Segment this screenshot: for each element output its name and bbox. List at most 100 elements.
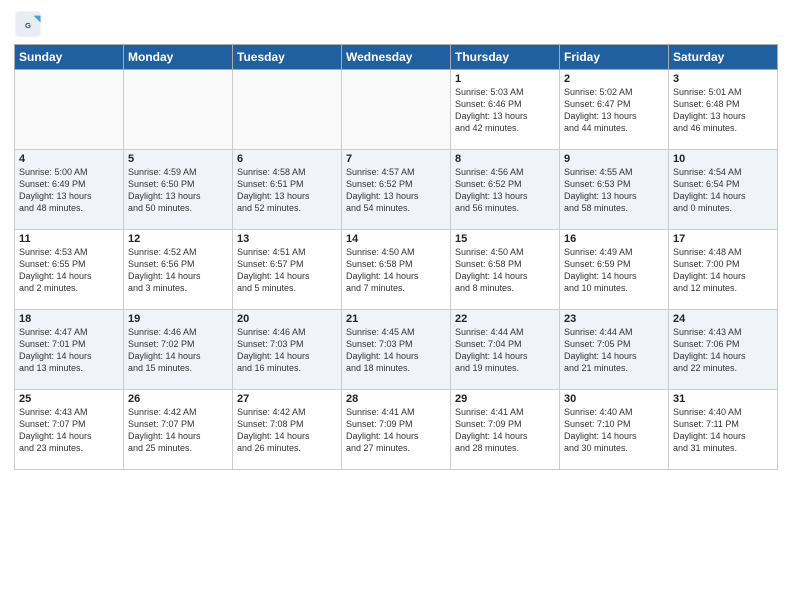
page-header: G xyxy=(14,10,778,38)
calendar-cell xyxy=(233,70,342,150)
calendar-cell: 22Sunrise: 4:44 AM Sunset: 7:04 PM Dayli… xyxy=(451,310,560,390)
calendar-cell: 6Sunrise: 4:58 AM Sunset: 6:51 PM Daylig… xyxy=(233,150,342,230)
day-info: Sunrise: 4:56 AM Sunset: 6:52 PM Dayligh… xyxy=(455,166,555,215)
calendar-week-row: 25Sunrise: 4:43 AM Sunset: 7:07 PM Dayli… xyxy=(15,390,778,470)
calendar-cell: 14Sunrise: 4:50 AM Sunset: 6:58 PM Dayli… xyxy=(342,230,451,310)
calendar-cell: 25Sunrise: 4:43 AM Sunset: 7:07 PM Dayli… xyxy=(15,390,124,470)
day-number: 2 xyxy=(564,73,664,85)
calendar-cell: 10Sunrise: 4:54 AM Sunset: 6:54 PM Dayli… xyxy=(669,150,778,230)
day-info: Sunrise: 4:47 AM Sunset: 7:01 PM Dayligh… xyxy=(19,326,119,375)
calendar-cell: 11Sunrise: 4:53 AM Sunset: 6:55 PM Dayli… xyxy=(15,230,124,310)
calendar-cell: 15Sunrise: 4:50 AM Sunset: 6:58 PM Dayli… xyxy=(451,230,560,310)
calendar-cell: 19Sunrise: 4:46 AM Sunset: 7:02 PM Dayli… xyxy=(124,310,233,390)
calendar-cell: 17Sunrise: 4:48 AM Sunset: 7:00 PM Dayli… xyxy=(669,230,778,310)
day-info: Sunrise: 4:59 AM Sunset: 6:50 PM Dayligh… xyxy=(128,166,228,215)
day-number: 9 xyxy=(564,153,664,165)
day-info: Sunrise: 4:41 AM Sunset: 7:09 PM Dayligh… xyxy=(455,406,555,455)
calendar-cell: 5Sunrise: 4:59 AM Sunset: 6:50 PM Daylig… xyxy=(124,150,233,230)
day-info: Sunrise: 4:57 AM Sunset: 6:52 PM Dayligh… xyxy=(346,166,446,215)
day-info: Sunrise: 4:44 AM Sunset: 7:04 PM Dayligh… xyxy=(455,326,555,375)
calendar-cell: 13Sunrise: 4:51 AM Sunset: 6:57 PM Dayli… xyxy=(233,230,342,310)
day-number: 26 xyxy=(128,393,228,405)
day-number: 23 xyxy=(564,313,664,325)
calendar-cell: 12Sunrise: 4:52 AM Sunset: 6:56 PM Dayli… xyxy=(124,230,233,310)
calendar-cell: 28Sunrise: 4:41 AM Sunset: 7:09 PM Dayli… xyxy=(342,390,451,470)
calendar-header-friday: Friday xyxy=(560,45,669,70)
svg-text:G: G xyxy=(25,21,31,30)
calendar-header-thursday: Thursday xyxy=(451,45,560,70)
day-number: 6 xyxy=(237,153,337,165)
day-number: 31 xyxy=(673,393,773,405)
day-info: Sunrise: 4:49 AM Sunset: 6:59 PM Dayligh… xyxy=(564,246,664,295)
day-info: Sunrise: 4:40 AM Sunset: 7:11 PM Dayligh… xyxy=(673,406,773,455)
calendar-header-wednesday: Wednesday xyxy=(342,45,451,70)
calendar-week-row: 1Sunrise: 5:03 AM Sunset: 6:46 PM Daylig… xyxy=(15,70,778,150)
calendar-cell: 16Sunrise: 4:49 AM Sunset: 6:59 PM Dayli… xyxy=(560,230,669,310)
day-info: Sunrise: 5:01 AM Sunset: 6:48 PM Dayligh… xyxy=(673,86,773,135)
calendar-cell: 30Sunrise: 4:40 AM Sunset: 7:10 PM Dayli… xyxy=(560,390,669,470)
calendar-week-row: 18Sunrise: 4:47 AM Sunset: 7:01 PM Dayli… xyxy=(15,310,778,390)
day-number: 16 xyxy=(564,233,664,245)
day-number: 8 xyxy=(455,153,555,165)
day-number: 20 xyxy=(237,313,337,325)
calendar-cell: 1Sunrise: 5:03 AM Sunset: 6:46 PM Daylig… xyxy=(451,70,560,150)
day-number: 25 xyxy=(19,393,119,405)
calendar-week-row: 4Sunrise: 5:00 AM Sunset: 6:49 PM Daylig… xyxy=(15,150,778,230)
day-number: 11 xyxy=(19,233,119,245)
day-info: Sunrise: 4:45 AM Sunset: 7:03 PM Dayligh… xyxy=(346,326,446,375)
calendar-cell: 20Sunrise: 4:46 AM Sunset: 7:03 PM Dayli… xyxy=(233,310,342,390)
day-info: Sunrise: 4:48 AM Sunset: 7:00 PM Dayligh… xyxy=(673,246,773,295)
day-info: Sunrise: 4:42 AM Sunset: 7:08 PM Dayligh… xyxy=(237,406,337,455)
calendar-header-monday: Monday xyxy=(124,45,233,70)
day-number: 21 xyxy=(346,313,446,325)
day-number: 13 xyxy=(237,233,337,245)
day-info: Sunrise: 4:53 AM Sunset: 6:55 PM Dayligh… xyxy=(19,246,119,295)
day-number: 22 xyxy=(455,313,555,325)
calendar-cell: 31Sunrise: 4:40 AM Sunset: 7:11 PM Dayli… xyxy=(669,390,778,470)
calendar-table: SundayMondayTuesdayWednesdayThursdayFrid… xyxy=(14,44,778,470)
day-number: 24 xyxy=(673,313,773,325)
calendar-cell xyxy=(342,70,451,150)
day-number: 10 xyxy=(673,153,773,165)
calendar-header-row: SundayMondayTuesdayWednesdayThursdayFrid… xyxy=(15,45,778,70)
calendar-header-tuesday: Tuesday xyxy=(233,45,342,70)
calendar-cell: 23Sunrise: 4:44 AM Sunset: 7:05 PM Dayli… xyxy=(560,310,669,390)
logo: G xyxy=(14,10,44,38)
calendar-cell xyxy=(124,70,233,150)
day-number: 5 xyxy=(128,153,228,165)
day-number: 18 xyxy=(19,313,119,325)
day-info: Sunrise: 4:55 AM Sunset: 6:53 PM Dayligh… xyxy=(564,166,664,215)
day-info: Sunrise: 4:52 AM Sunset: 6:56 PM Dayligh… xyxy=(128,246,228,295)
calendar-cell: 4Sunrise: 5:00 AM Sunset: 6:49 PM Daylig… xyxy=(15,150,124,230)
calendar-cell: 3Sunrise: 5:01 AM Sunset: 6:48 PM Daylig… xyxy=(669,70,778,150)
calendar-header-sunday: Sunday xyxy=(15,45,124,70)
day-number: 28 xyxy=(346,393,446,405)
day-number: 29 xyxy=(455,393,555,405)
calendar-cell: 26Sunrise: 4:42 AM Sunset: 7:07 PM Dayli… xyxy=(124,390,233,470)
day-number: 14 xyxy=(346,233,446,245)
day-info: Sunrise: 4:51 AM Sunset: 6:57 PM Dayligh… xyxy=(237,246,337,295)
calendar-cell: 29Sunrise: 4:41 AM Sunset: 7:09 PM Dayli… xyxy=(451,390,560,470)
day-number: 27 xyxy=(237,393,337,405)
calendar-cell: 2Sunrise: 5:02 AM Sunset: 6:47 PM Daylig… xyxy=(560,70,669,150)
day-number: 1 xyxy=(455,73,555,85)
day-number: 12 xyxy=(128,233,228,245)
day-info: Sunrise: 4:41 AM Sunset: 7:09 PM Dayligh… xyxy=(346,406,446,455)
day-info: Sunrise: 4:50 AM Sunset: 6:58 PM Dayligh… xyxy=(455,246,555,295)
day-info: Sunrise: 5:03 AM Sunset: 6:46 PM Dayligh… xyxy=(455,86,555,135)
day-number: 30 xyxy=(564,393,664,405)
day-info: Sunrise: 4:43 AM Sunset: 7:07 PM Dayligh… xyxy=(19,406,119,455)
day-number: 15 xyxy=(455,233,555,245)
calendar-cell: 8Sunrise: 4:56 AM Sunset: 6:52 PM Daylig… xyxy=(451,150,560,230)
day-info: Sunrise: 4:42 AM Sunset: 7:07 PM Dayligh… xyxy=(128,406,228,455)
day-info: Sunrise: 4:46 AM Sunset: 7:03 PM Dayligh… xyxy=(237,326,337,375)
day-number: 3 xyxy=(673,73,773,85)
calendar-cell: 24Sunrise: 4:43 AM Sunset: 7:06 PM Dayli… xyxy=(669,310,778,390)
calendar-cell: 9Sunrise: 4:55 AM Sunset: 6:53 PM Daylig… xyxy=(560,150,669,230)
calendar-cell: 7Sunrise: 4:57 AM Sunset: 6:52 PM Daylig… xyxy=(342,150,451,230)
calendar-header-saturday: Saturday xyxy=(669,45,778,70)
day-info: Sunrise: 4:54 AM Sunset: 6:54 PM Dayligh… xyxy=(673,166,773,215)
calendar-cell xyxy=(15,70,124,150)
day-info: Sunrise: 5:00 AM Sunset: 6:49 PM Dayligh… xyxy=(19,166,119,215)
day-number: 17 xyxy=(673,233,773,245)
